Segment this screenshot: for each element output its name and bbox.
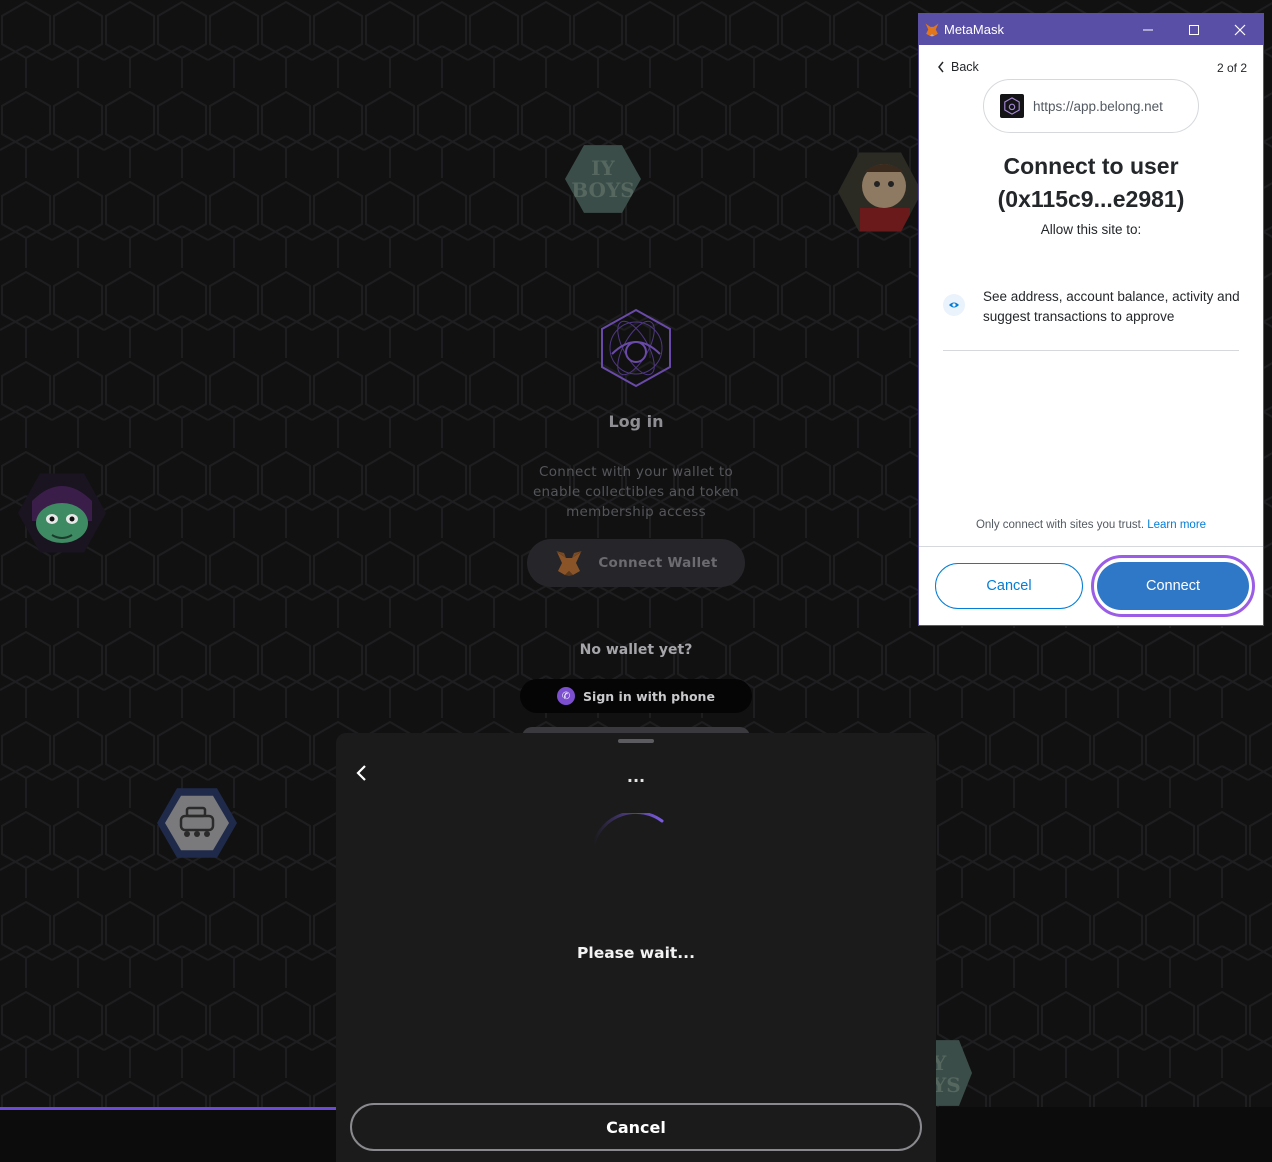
belong-logo-icon xyxy=(1004,97,1020,115)
login-title: Log in xyxy=(608,412,664,431)
metamask-back-button[interactable]: Back xyxy=(937,60,979,74)
minimize-icon xyxy=(1143,29,1153,30)
permission-divider xyxy=(943,350,1239,351)
login-description: Connect with your wallet to enable colle… xyxy=(532,464,740,520)
close-icon xyxy=(1234,24,1246,35)
connect-wallet-label: Connect Wallet xyxy=(598,555,718,571)
footer-divider xyxy=(919,546,1263,547)
eye-icon xyxy=(943,294,965,316)
connect-heading-line1: Connect to user xyxy=(1003,153,1179,179)
belong-logo-icon xyxy=(601,308,671,388)
site-origin-pill: https://app.belong.net xyxy=(983,79,1199,133)
sign-in-with-phone-button[interactable]: ✆ Sign in with phone xyxy=(520,679,752,713)
sheet-title: ... xyxy=(626,767,646,786)
metamask-fox-icon xyxy=(925,23,939,37)
sheet-cancel-button[interactable]: Cancel xyxy=(350,1103,922,1151)
progress-line xyxy=(0,1107,340,1110)
connect-heading-account: (0x115c9...e2981) xyxy=(997,186,1185,212)
sheet-back-button[interactable] xyxy=(354,763,374,789)
site-url: https://app.belong.net xyxy=(1033,98,1163,114)
learn-more-link[interactable]: Learn more xyxy=(1147,519,1206,531)
sheet-drag-handle[interactable] xyxy=(618,739,654,743)
avatar-boys-club-label: IY BOYS xyxy=(571,156,635,202)
permission-description: See address, account balance, activity a… xyxy=(983,289,1240,324)
phone-icon: ✆ xyxy=(557,687,576,705)
close-button[interactable] xyxy=(1217,14,1263,45)
metamask-connect-button[interactable]: Connect xyxy=(1097,562,1249,610)
chevron-left-icon xyxy=(938,61,944,73)
metamask-window-title: MetaMask xyxy=(944,22,1004,37)
no-wallet-label: No wallet yet? xyxy=(579,642,693,658)
belong-site-icon xyxy=(1000,94,1024,118)
trust-notice: Only connect with sites you trust. Learn… xyxy=(919,519,1263,531)
sign-in-with-phone-label: Sign in with phone xyxy=(583,688,715,704)
allow-site-label: Allow this site to: xyxy=(1040,222,1142,237)
connect-wallet-button[interactable]: Connect Wallet xyxy=(527,539,745,587)
metamask-step-indicator: 2 of 2 xyxy=(1216,61,1247,75)
eye-glyph-icon xyxy=(949,302,959,308)
chevron-left-icon xyxy=(356,765,366,781)
maximize-button[interactable] xyxy=(1171,14,1217,45)
metamask-window: MetaMask Back 2 of 2 https://app.belong.… xyxy=(918,13,1264,626)
trust-notice-text: Only connect with sites you trust. xyxy=(975,519,1145,531)
metamask-titlebar: MetaMask xyxy=(919,14,1263,45)
metamask-fox-icon xyxy=(556,551,583,576)
metamask-cancel-button[interactable]: Cancel xyxy=(935,563,1083,609)
please-wait-status: Please wait... xyxy=(577,944,695,962)
wallet-connect-sheet: ... Please wait... Cancel xyxy=(336,733,936,1162)
minimize-button[interactable] xyxy=(1125,14,1171,45)
metamask-back-label: Back xyxy=(951,60,979,74)
loading-spinner-icon xyxy=(592,813,664,845)
maximize-icon xyxy=(1189,24,1199,35)
connect-heading: Connect to user (0x115c9...e2981) xyxy=(919,150,1263,216)
